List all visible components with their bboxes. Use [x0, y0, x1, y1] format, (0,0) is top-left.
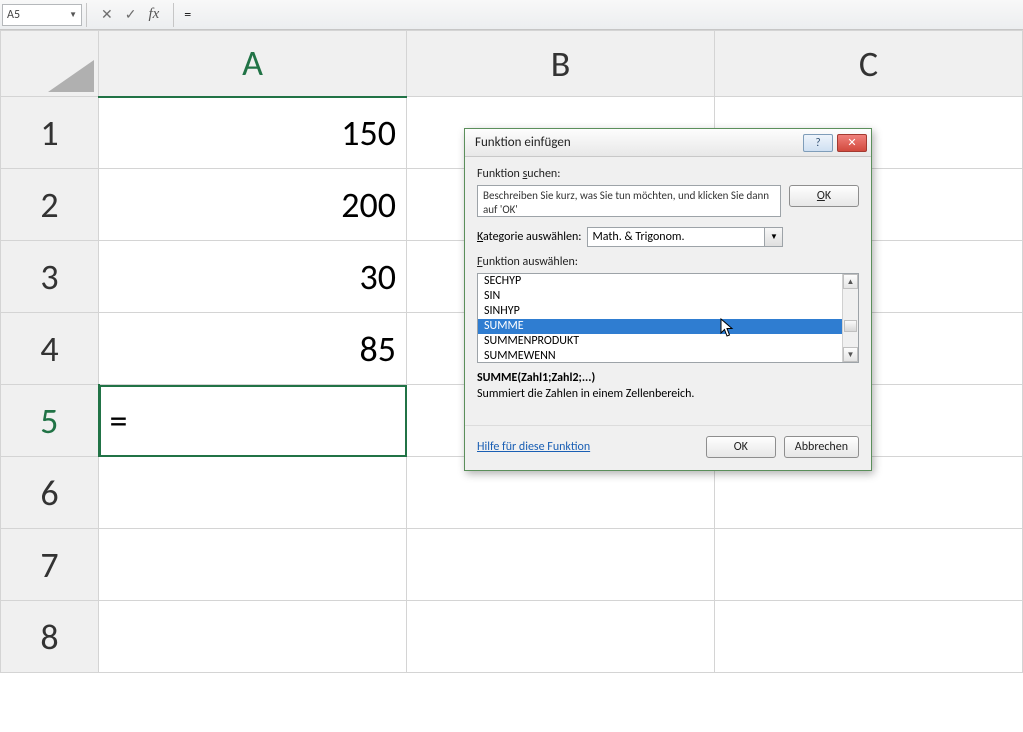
function-help-text: Summiert die Zahlen in einem Zellenberei… — [477, 387, 859, 401]
row-header-1[interactable]: 1 — [1, 97, 99, 169]
function-item[interactable]: SECHYP — [478, 274, 858, 289]
go-button[interactable]: OK — [789, 185, 859, 207]
cancel-icon[interactable]: ✕ — [101, 6, 113, 23]
function-item[interactable]: SINHYP — [478, 304, 858, 319]
function-list-label: Funktion auswählen: — [477, 255, 859, 269]
cell-A2[interactable]: 200 — [99, 169, 407, 241]
fx-icon[interactable]: fx — [148, 6, 159, 23]
cell-A4[interactable]: 85 — [99, 313, 407, 385]
cancel-button[interactable]: Abbrechen — [784, 436, 859, 458]
dialog-title: Funktion einfügen — [475, 135, 571, 150]
cell-A5[interactable]: = — [99, 385, 407, 457]
close-icon[interactable]: ✕ — [837, 134, 867, 152]
dialog-footer: Hilfe für diese Funktion OK Abbrechen — [465, 425, 871, 470]
name-box-value: A5 — [7, 8, 20, 22]
help-link[interactable]: Hilfe für diese Funktion — [477, 440, 590, 454]
search-label: Funktion suchen: — [477, 167, 859, 181]
insert-function-dialog: Funktion einfügen ? ✕ Funktion suchen: B… — [464, 128, 872, 471]
column-header-C[interactable]: C — [715, 31, 1023, 97]
function-search-input[interactable]: Beschreiben Sie kurz, was Sie tun möchte… — [477, 185, 781, 217]
divider — [86, 3, 87, 27]
category-label: Kategorie auswählen: — [477, 230, 581, 244]
confirm-icon[interactable]: ✓ — [125, 6, 137, 23]
row-header-6[interactable]: 6 — [1, 457, 99, 529]
function-description: SUMME(Zahl1;Zahl2;...) Summiert die Zahl… — [477, 371, 859, 401]
cell-A8[interactable] — [99, 601, 407, 673]
cell-B8[interactable] — [407, 601, 715, 673]
chevron-down-icon[interactable]: ▼ — [764, 228, 782, 246]
cell-A3[interactable]: 30 — [99, 241, 407, 313]
row-header-2[interactable]: 2 — [1, 169, 99, 241]
formula-bar: A5 ▼ ✕ ✓ fx = — [0, 0, 1023, 30]
cell-A7[interactable] — [99, 529, 407, 601]
function-list[interactable]: SECHYP SIN SINHYP SUMME SUMMENPRODUKT SU… — [477, 273, 859, 363]
formula-text[interactable]: = — [178, 6, 191, 23]
scroll-down-icon[interactable]: ▼ — [843, 347, 858, 362]
cell-A6[interactable] — [99, 457, 407, 529]
row-header-8[interactable]: 8 — [1, 601, 99, 673]
function-item[interactable]: SIN — [478, 289, 858, 304]
row-header-7[interactable]: 7 — [1, 529, 99, 601]
cell-C8[interactable] — [715, 601, 1023, 673]
category-value: Math. & Trigonom. — [592, 230, 684, 244]
cell-C7[interactable] — [715, 529, 1023, 601]
divider — [173, 3, 174, 27]
function-item[interactable]: SUMMEWENN — [478, 349, 858, 363]
scrollbar[interactable]: ▲ ▼ — [842, 274, 858, 362]
row-header-4[interactable]: 4 — [1, 313, 99, 385]
function-item[interactable]: SUMMENPRODUKT — [478, 334, 858, 349]
chevron-down-icon[interactable]: ▼ — [69, 10, 77, 20]
function-signature: SUMME(Zahl1;Zahl2;...) — [477, 371, 859, 385]
name-box[interactable]: A5 ▼ — [2, 4, 82, 26]
function-item-selected[interactable]: SUMME — [478, 319, 858, 334]
select-all-corner[interactable] — [1, 31, 99, 97]
dialog-body: Funktion suchen: Beschreiben Sie kurz, w… — [465, 157, 871, 407]
cell-A1[interactable]: 150 — [99, 97, 407, 169]
scroll-up-icon[interactable]: ▲ — [843, 274, 858, 289]
formula-bar-buttons: ✕ ✓ fx — [91, 6, 169, 23]
cell-B7[interactable] — [407, 529, 715, 601]
category-select[interactable]: Math. & Trigonom. ▼ — [587, 227, 783, 247]
scroll-thumb[interactable] — [844, 320, 857, 332]
ok-button[interactable]: OK — [706, 436, 776, 458]
row-header-3[interactable]: 3 — [1, 241, 99, 313]
column-header-A[interactable]: A — [99, 31, 407, 97]
row-header-5[interactable]: 5 — [1, 385, 99, 457]
dialog-titlebar[interactable]: Funktion einfügen ? ✕ — [465, 129, 871, 157]
column-header-B[interactable]: B — [407, 31, 715, 97]
dialog-help-button[interactable]: ? — [803, 134, 833, 152]
